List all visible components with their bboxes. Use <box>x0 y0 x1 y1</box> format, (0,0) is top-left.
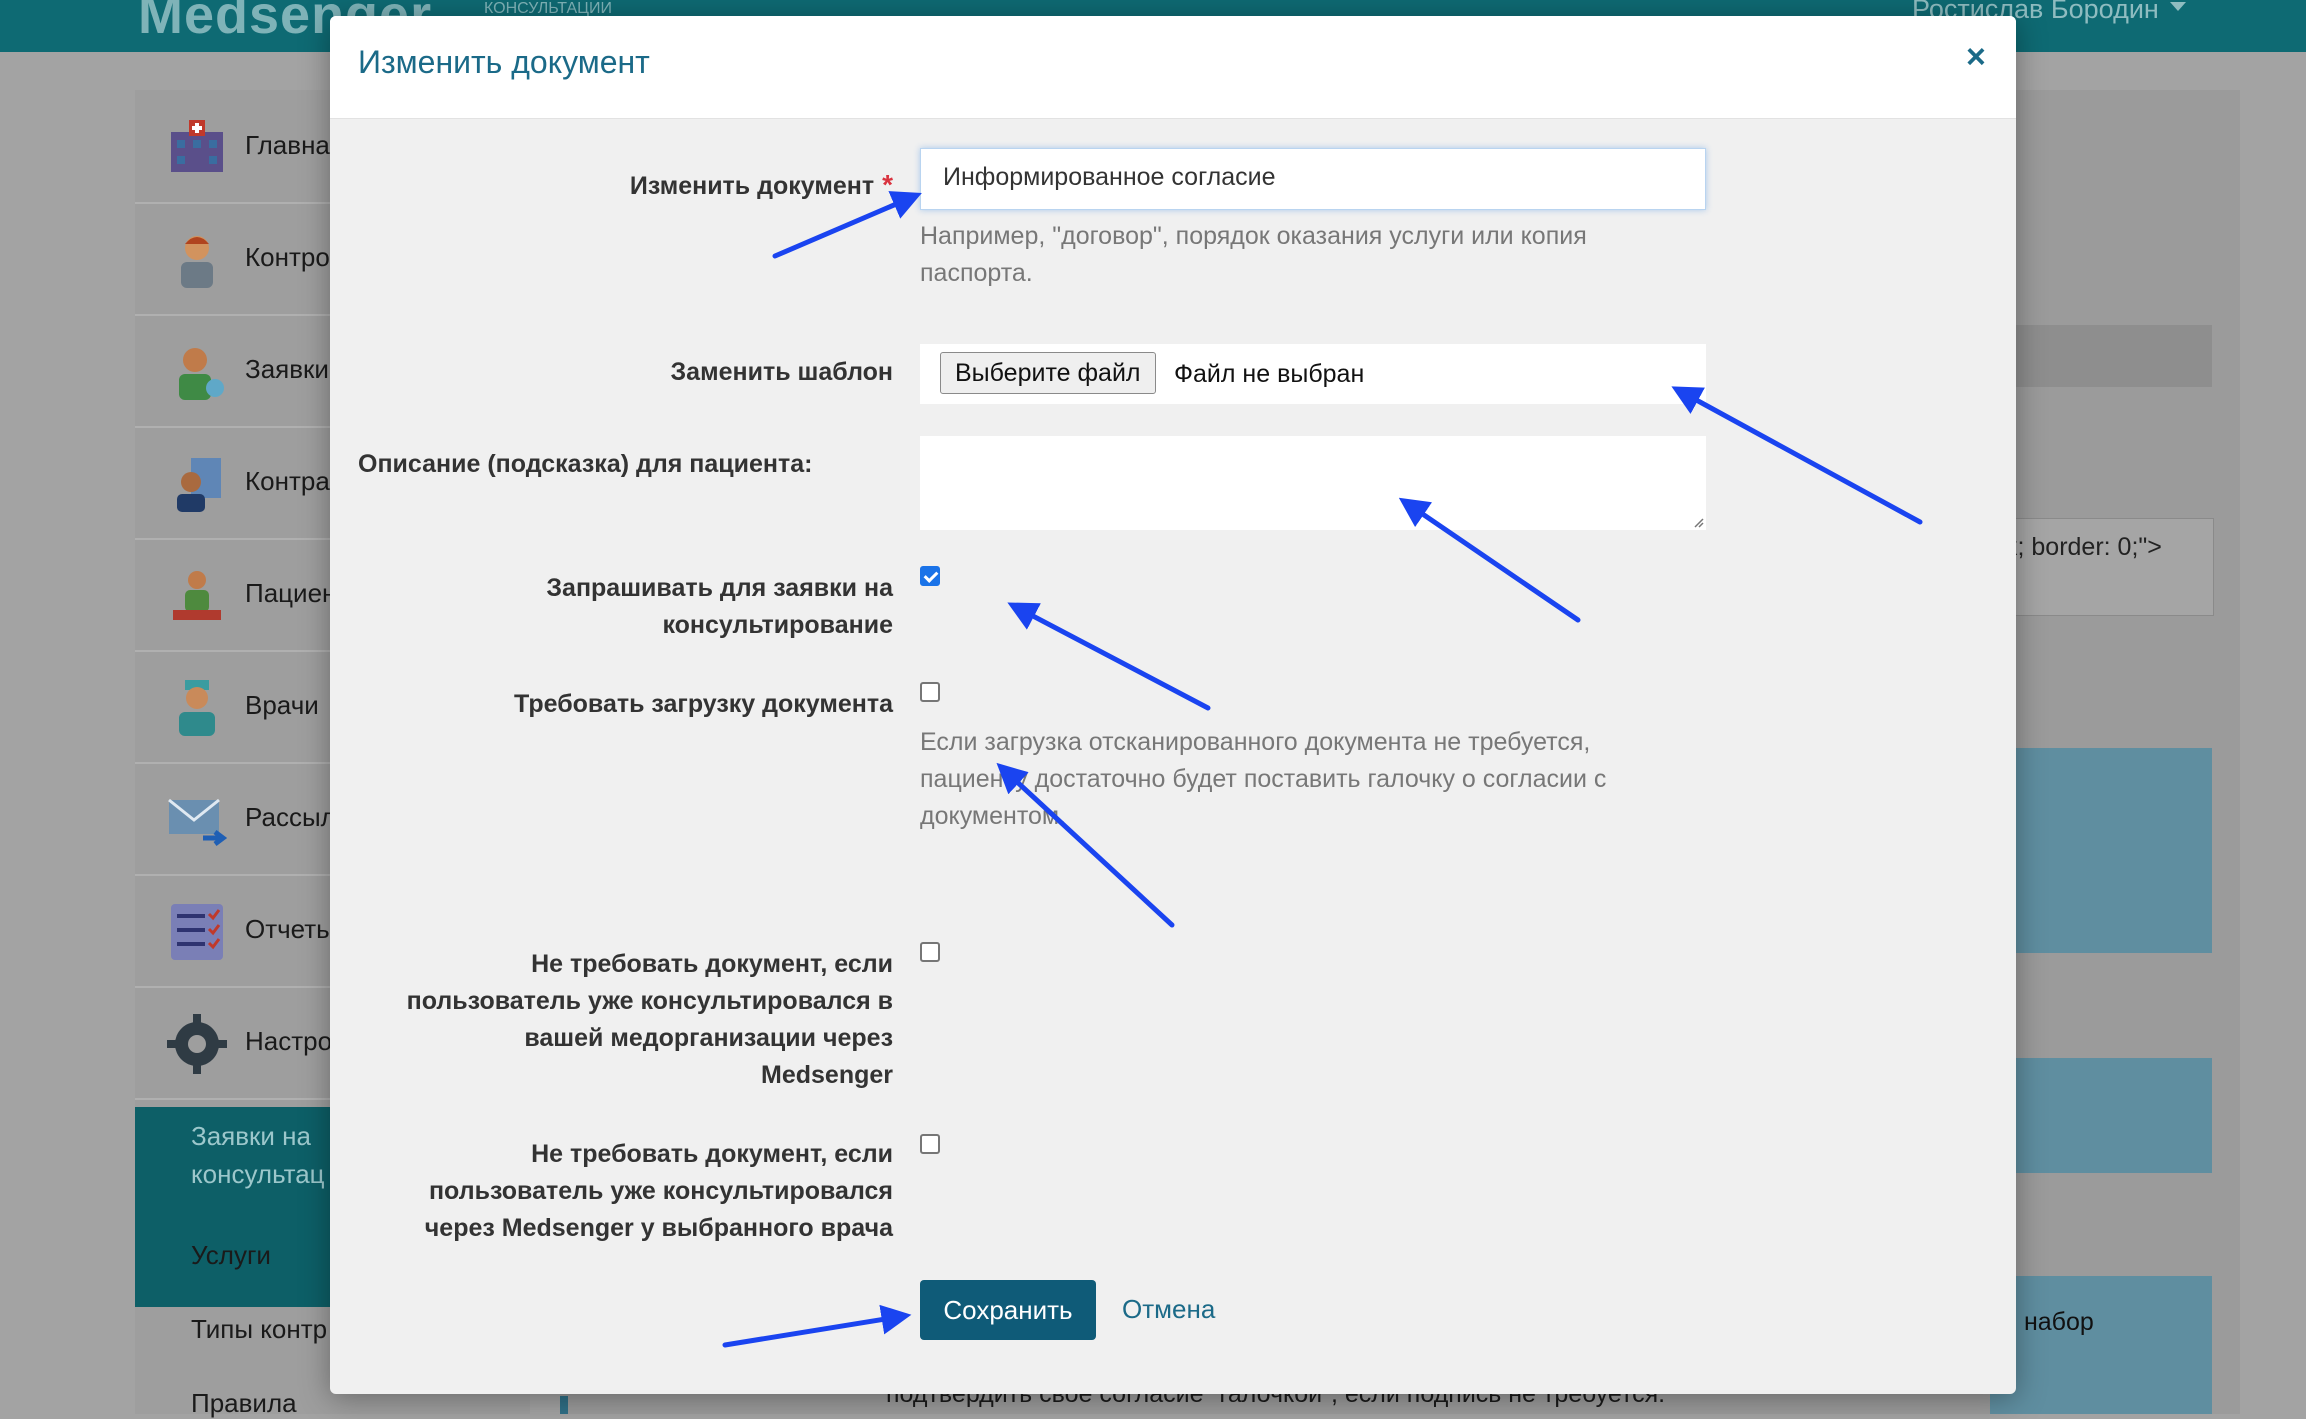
template-label: Заменить шаблон <box>670 358 893 386</box>
document-name-help: Например, "договор", порядок оказания ус… <box>920 222 1587 287</box>
template-file-input[interactable]: Выберите файл Файл не выбран <box>920 344 1706 404</box>
doctor-icon <box>167 678 227 738</box>
contract-icon <box>167 454 227 514</box>
save-button[interactable]: Сохранить <box>920 1280 1096 1340</box>
mail-icon <box>167 790 228 850</box>
caret-down-icon[interactable] <box>2170 2 2186 11</box>
cancel-link[interactable]: Отмена <box>1122 1294 1215 1325</box>
background-info-panel: ь набор <box>1990 1276 2212 1414</box>
sidebar-subitem-rules[interactable]: Правила <box>191 1388 297 1419</box>
close-icon[interactable]: × <box>1966 38 1986 77</box>
report-icon <box>167 902 227 962</box>
background-strip <box>1990 325 2212 387</box>
ask-for-request-checkbox[interactable] <box>920 566 940 586</box>
user-request-icon <box>167 342 227 402</box>
choose-file-button[interactable]: Выберите файл <box>940 352 1156 394</box>
sidebar-subitem-services[interactable]: Услуги <box>191 1240 271 1271</box>
description-textarea[interactable] <box>920 436 1706 530</box>
hospital-icon <box>167 118 227 178</box>
patient-icon <box>167 566 227 626</box>
file-status-text: Файл не выбран <box>1174 360 1365 388</box>
document-name-input[interactable]: Информированное согласие <box>920 148 1706 210</box>
background-code-textarea: x; border: 0;"> <box>1990 518 2214 616</box>
require-upload-help: Если загрузка отсканированного документа… <box>920 728 1607 830</box>
edit-document-modal: Изменить документ × Изменить документ * И… <box>330 16 2016 1394</box>
skip-if-doctor-checkbox[interactable] <box>920 1134 940 1154</box>
required-asterisk: * <box>882 169 893 200</box>
sidebar-subitem-contract-types[interactable]: Типы контр <box>191 1314 327 1345</box>
ask-for-request-label: Запрашивать для заявки на консультирован… <box>546 574 893 639</box>
gear-icon <box>167 1014 227 1074</box>
background-accent-bar <box>560 1396 568 1414</box>
require-upload-checkbox[interactable] <box>920 682 940 702</box>
background-info-panel <box>1990 1058 2212 1173</box>
description-label: Описание (подсказка) для пациента: <box>358 450 813 478</box>
document-name-label: Изменить документ * <box>629 169 893 200</box>
person-icon <box>167 230 227 290</box>
resize-handle-icon[interactable] <box>1692 516 1704 528</box>
require-upload-label: Требовать загрузку документа <box>514 690 893 718</box>
modal-title: Изменить документ <box>358 44 650 80</box>
skip-if-org-checkbox[interactable] <box>920 942 940 962</box>
modal-header: Изменить документ × <box>330 16 2016 119</box>
skip-if-doctor-label: Не требовать документ, если пользователь… <box>424 1140 893 1242</box>
skip-if-org-label: Не требовать документ, если пользователь… <box>406 950 893 1089</box>
background-info-panel <box>1990 748 2212 953</box>
